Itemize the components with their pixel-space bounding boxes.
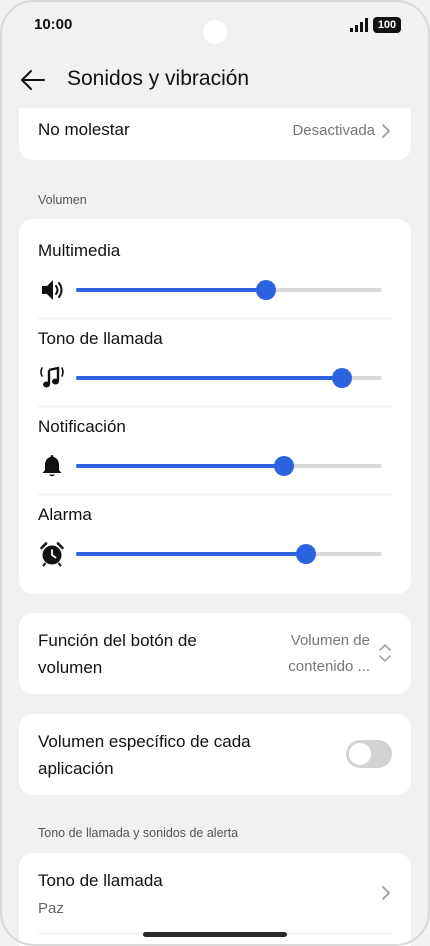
app-specific-volume-label: Volumen específico de cada aplicación: [38, 732, 251, 778]
ringtones-section-label: Tono de llamada y sonidos de alerta: [38, 826, 239, 840]
slider-thumb[interactable]: [332, 368, 353, 388]
chevron-right-icon: [382, 124, 390, 138]
back-arrow-icon[interactable]: [18, 65, 48, 95]
volume-label-ringtone: Tono de llamada: [38, 329, 163, 348]
signal-icon: [350, 18, 368, 32]
divider: [38, 494, 392, 495]
volume-label-multimedia: Multimedia: [38, 241, 121, 260]
ringtone-icon: [40, 366, 64, 388]
page-title: Sonidos y vibración: [67, 67, 250, 90]
volume-label-alarm: Alarma: [38, 505, 92, 524]
volume-card: Multimedia Tono de llamada Notificación: [19, 219, 411, 594]
dnd-value: Desactivada: [292, 122, 375, 139]
speaker-icon: [42, 280, 63, 300]
up-down-chevron-icon: [379, 644, 391, 662]
divider: [38, 318, 392, 319]
home-indicator[interactable]: [143, 932, 287, 937]
slider-thumb[interactable]: [255, 280, 276, 300]
volume-slider-alarm[interactable]: [76, 544, 382, 564]
app-specific-volume-toggle[interactable]: [346, 740, 392, 768]
status-bar: 10:00 100: [0, 0, 430, 50]
volume-button-function-label: Función del botón de volumen: [38, 631, 197, 677]
slider-thumb[interactable]: [274, 456, 295, 476]
settings-list[interactable]: No molestar Desactivada Volumen Multimed…: [0, 108, 430, 946]
volume-label-notification: Notificación: [38, 417, 126, 436]
alarm-clock-icon: [40, 542, 64, 567]
bell-icon: [42, 455, 62, 477]
ringtone-value: Paz: [38, 900, 64, 917]
battery-icon: 100: [373, 17, 401, 33]
volume-button-function-row[interactable]: Función del botón de volumen Volumen de …: [19, 613, 411, 694]
volume-section-label: Volumen: [38, 193, 87, 207]
dnd-label: No molestar: [38, 120, 130, 139]
camera-cutout: [203, 20, 227, 44]
app-header: Sonidos y vibración: [0, 55, 430, 105]
divider: [38, 406, 392, 407]
volume-slider-notification[interactable]: [76, 456, 382, 476]
volume-button-function-value: Volumen de contenido ...: [288, 632, 370, 675]
toggle-knob: [349, 743, 371, 765]
do-not-disturb-row[interactable]: No molestar Desactivada: [19, 108, 411, 160]
slider-thumb[interactable]: [295, 544, 316, 564]
app-specific-volume-row[interactable]: Volumen específico de cada aplicación: [19, 714, 411, 795]
volume-slider-ringtone[interactable]: [76, 368, 382, 388]
volume-slider-multimedia[interactable]: [76, 280, 382, 300]
status-time: 10:00: [34, 16, 73, 33]
ringtone-label: Tono de llamada: [38, 871, 163, 890]
chevron-right-icon: [382, 886, 390, 900]
